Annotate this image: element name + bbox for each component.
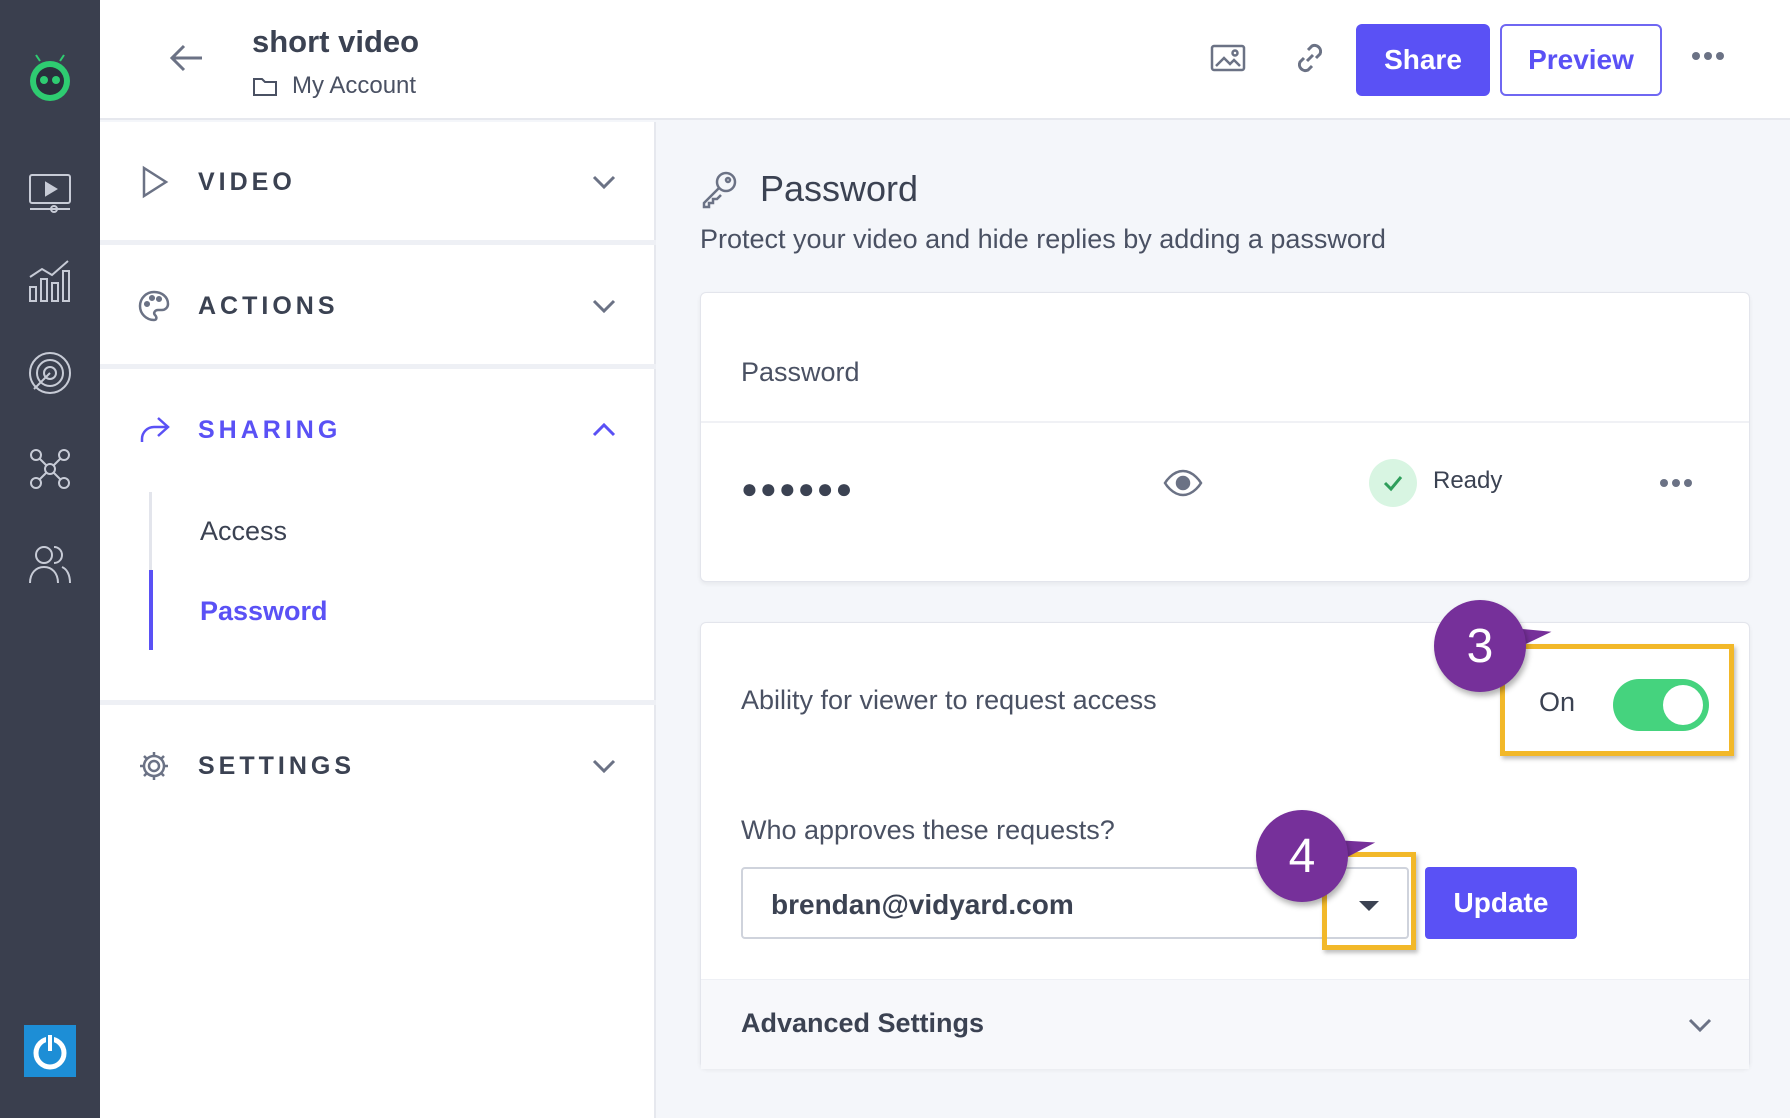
sidebar-section-label: SETTINGS [198, 751, 356, 780]
divider [100, 364, 656, 369]
sidebar-item-access[interactable]: Access [200, 516, 287, 547]
sidebar-section-label: SHARING [198, 415, 342, 444]
top-header: short video My Account Share Preview [100, 0, 1790, 120]
highlight-box [1500, 644, 1734, 756]
chevron-down-icon [1688, 1018, 1712, 1033]
password-card: Password ●●●●●● Ready [700, 292, 1750, 582]
key-icon [702, 171, 737, 209]
status-badge: Ready [1433, 467, 1503, 494]
request-access-label: Ability for viewer to request access [741, 685, 1157, 715]
submenu-track [149, 492, 152, 570]
approver-value: brendan@vidyard.com [771, 889, 1074, 920]
thumbnail-image-icon[interactable] [1208, 38, 1248, 78]
sidebar-item-password[interactable]: Password [200, 596, 328, 627]
settings-sidebar: VIDEO ACTIONS SHARING Access Password SE… [100, 122, 656, 1118]
share-button[interactable]: Share [1356, 24, 1490, 96]
vidyard-logo-icon[interactable] [23, 50, 77, 104]
sidebar-section-settings[interactable]: SETTINGS [100, 706, 656, 826]
chevron-down-icon [592, 299, 616, 314]
check-icon [1369, 459, 1417, 507]
page-title: Password [760, 168, 919, 209]
folder-icon [253, 78, 277, 96]
masked-password: ●●●●●● [741, 473, 855, 504]
sidebar-section-actions[interactable]: ACTIONS [100, 246, 656, 366]
play-icon [142, 165, 169, 199]
advanced-settings-row[interactable]: Advanced Settings [701, 979, 1749, 1069]
share-arrow-icon [140, 417, 170, 442]
integrations-icon[interactable] [23, 442, 77, 496]
approver-question: Who approves these requests? [741, 815, 1115, 845]
video-library-icon[interactable] [23, 166, 77, 220]
eye-icon[interactable] [1163, 465, 1203, 501]
chevron-down-icon [592, 175, 616, 190]
sidebar-section-label: VIDEO [198, 167, 296, 196]
sidebar-section-label: ACTIONS [198, 291, 339, 320]
back-arrow-icon[interactable] [164, 36, 208, 80]
chevron-up-icon [592, 422, 616, 437]
page-subtitle: Protect your video and hide replies by a… [700, 224, 1386, 254]
active-indicator [149, 570, 153, 650]
divider [100, 700, 656, 705]
callout-badge: 3 [1434, 600, 1526, 692]
more-options-icon[interactable] [1690, 46, 1726, 66]
link-icon[interactable] [1290, 38, 1330, 78]
chevron-down-icon [592, 759, 616, 774]
video-title: short video [252, 24, 420, 59]
power-icon[interactable] [23, 1024, 77, 1078]
app-rail [0, 0, 100, 1118]
sidebar-section-video[interactable]: VIDEO [100, 122, 656, 242]
palette-icon [138, 290, 170, 322]
analytics-icon[interactable] [23, 254, 77, 308]
sidebar-section-sharing[interactable]: SHARING [100, 370, 656, 490]
gear-icon [140, 752, 168, 780]
users-icon[interactable] [23, 538, 77, 592]
preview-button[interactable]: Preview [1500, 24, 1662, 96]
more-options-icon[interactable] [1659, 473, 1693, 493]
update-button[interactable]: Update [1425, 867, 1577, 939]
divider [701, 421, 1749, 423]
callout-badge: 4 [1256, 810, 1348, 902]
breadcrumb[interactable]: My Account [252, 72, 416, 100]
advanced-settings-label: Advanced Settings [741, 1008, 985, 1038]
password-card-heading: Password [741, 357, 860, 387]
target-icon[interactable] [23, 346, 77, 400]
breadcrumb-label: My Account [292, 72, 417, 99]
divider [100, 240, 656, 245]
